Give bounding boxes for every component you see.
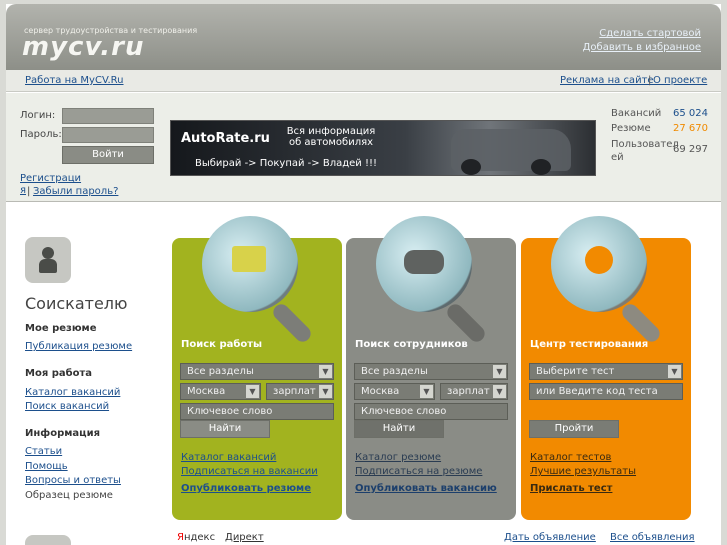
- password-label: Пароль:: [20, 129, 62, 140]
- test-start-button[interactable]: Пройти: [529, 420, 619, 438]
- job-search-panel: Поиск работы Все разделы ▼ Москва ▼ зарпла…: [172, 216, 342, 520]
- job-publish-resume-link[interactable]: Опубликовать резюме: [181, 483, 311, 494]
- sidebar-head-work: Моя работа: [25, 368, 93, 379]
- employee-city-select[interactable]: Москва ▼: [354, 383, 435, 400]
- magnifier-icon: [551, 216, 647, 312]
- vacancies-label: Вакансий: [611, 108, 662, 119]
- sidebar-link-faq[interactable]: Вопросы и ответы: [25, 475, 121, 486]
- employee-search-panel: Поиск сотрудников Все разделы ▼ Москва ▼ з…: [346, 216, 516, 520]
- banner-brand: AutoRate.ru: [181, 131, 270, 146]
- nav-ads-link[interactable]: Реклама на сайте: [560, 75, 654, 86]
- employee-salary-select[interactable]: зарплат ▼: [440, 383, 508, 400]
- employer-icon: [25, 535, 71, 545]
- site-logo[interactable]: mycv.ru: [22, 32, 145, 62]
- autorate-banner[interactable]: AutoRate.ru Вся информация об автомобиля…: [170, 120, 596, 176]
- employee-subscribe-link[interactable]: Подписаться на резюме: [355, 466, 482, 477]
- make-homepage-link[interactable]: Сделать стартовой: [599, 28, 701, 39]
- magnifier-icon: [376, 216, 472, 312]
- job-search-title: Поиск работы: [181, 339, 263, 350]
- job-section-select[interactable]: Все разделы ▼: [180, 363, 334, 380]
- sidebar-head-resume: Мое резюме: [25, 323, 97, 334]
- chevron-down-icon: ▼: [493, 385, 506, 398]
- people-icon: [404, 250, 444, 274]
- users-count: 69 297: [673, 144, 708, 155]
- all-ads-link[interactable]: Все объявления: [610, 532, 695, 543]
- yandex-first-letter: Я: [177, 532, 184, 543]
- password-input[interactable]: [62, 127, 154, 143]
- nav-about-link[interactable]: О проекте: [653, 75, 707, 86]
- add-favorites-link[interactable]: Добавить в избранное: [583, 42, 701, 53]
- direct-link[interactable]: Директ: [225, 532, 264, 543]
- magnifier-icon: [202, 216, 298, 312]
- login-label: Логин:: [20, 110, 56, 121]
- employee-section-select[interactable]: Все разделы ▼: [354, 363, 508, 380]
- resumes-count: 27 670: [673, 123, 708, 134]
- nav-separator: |: [648, 75, 652, 86]
- page-frame: сервер трудоустройства и тестирования my…: [6, 4, 721, 545]
- test-code-input[interactable]: или Введите код теста: [529, 383, 683, 400]
- test-catalog-link[interactable]: Каталог тестов: [530, 452, 611, 463]
- chevron-down-icon: ▼: [246, 385, 259, 398]
- chevron-down-icon: ▼: [420, 385, 433, 398]
- site-header: сервер трудоустройства и тестирования my…: [6, 4, 721, 70]
- sidebar-title: Соискателю: [25, 294, 128, 313]
- sidebar-link-articles[interactable]: Статьи: [25, 446, 62, 457]
- login-input[interactable]: [62, 108, 154, 124]
- suv-wheel: [461, 159, 481, 175]
- job-keyword-input[interactable]: Ключевое слово: [180, 403, 334, 420]
- testing-center-panel: Центр тестирования Выберите тест ▼ или Вв…: [521, 216, 691, 520]
- testing-center-title: Центр тестирования: [530, 339, 649, 350]
- employee-resume-catalog-link[interactable]: Каталог резюме: [355, 452, 441, 463]
- vacancies-count: 65 024: [673, 108, 708, 119]
- banner-slogan: Выбирай -> Покупай -> Владей !!!: [195, 158, 377, 169]
- job-subscribe-link[interactable]: Подписаться на вакансии: [181, 466, 318, 477]
- job-vacancy-catalog-link[interactable]: Каталог вакансий: [181, 452, 276, 463]
- graduate-icon: [585, 246, 613, 274]
- test-select[interactable]: Выберите тест ▼: [529, 363, 683, 380]
- sidebar-link-publish-resume[interactable]: Публикация резюме: [25, 341, 132, 352]
- employee-search-title: Поиск сотрудников: [355, 339, 468, 350]
- sidebar-link-vacancy-catalog[interactable]: Каталог вакансий: [25, 387, 120, 398]
- top-nav: Работа на MyCV.Ru Реклама на сайте | О п…: [6, 70, 721, 92]
- jobseeker-icon: [25, 237, 71, 283]
- employee-find-button[interactable]: Найти: [354, 420, 444, 438]
- chevron-down-icon: ▼: [319, 385, 332, 398]
- job-salary-select[interactable]: зарплат ▼: [266, 383, 334, 400]
- post-ad-link[interactable]: Дать объявление: [504, 532, 596, 543]
- forgot-password-link[interactable]: Забыли пароль?: [33, 186, 118, 197]
- chevron-down-icon: ▼: [319, 365, 332, 378]
- sidebar-head-info: Информация: [25, 428, 100, 439]
- job-find-button[interactable]: Найти: [180, 420, 270, 438]
- sidebar-link-vacancy-search[interactable]: Поиск вакансий: [25, 401, 109, 412]
- yandex-direct-label[interactable]: Яндекс: [177, 532, 215, 543]
- chevron-down-icon: ▼: [668, 365, 681, 378]
- chevron-down-icon: ▼: [493, 365, 506, 378]
- nav-work-link[interactable]: Работа на MyCV.Ru: [25, 75, 124, 86]
- employee-publish-vacancy-link[interactable]: Опубликовать вакансию: [355, 483, 497, 494]
- yandex-rest: ндекс: [183, 532, 216, 543]
- test-submit-link[interactable]: Прислать тест: [530, 483, 612, 494]
- suv-wheel: [531, 159, 551, 175]
- login-separator: |: [27, 186, 31, 197]
- sidebar-resume-sample: Образец резюме: [25, 490, 113, 501]
- banner-tagline: Вся информация об автомобилях: [286, 126, 376, 148]
- job-city-select[interactable]: Москва ▼: [180, 383, 261, 400]
- magnifier-handle: [270, 301, 314, 345]
- test-best-results-link[interactable]: Лучшие результаты: [530, 466, 636, 477]
- briefcase-icon: [232, 246, 266, 272]
- login-button[interactable]: Войти: [62, 146, 154, 164]
- sidebar-link-help[interactable]: Помощь: [25, 461, 68, 472]
- employee-keyword-input[interactable]: Ключевое слово: [354, 403, 508, 420]
- resumes-label: Резюме: [611, 123, 651, 134]
